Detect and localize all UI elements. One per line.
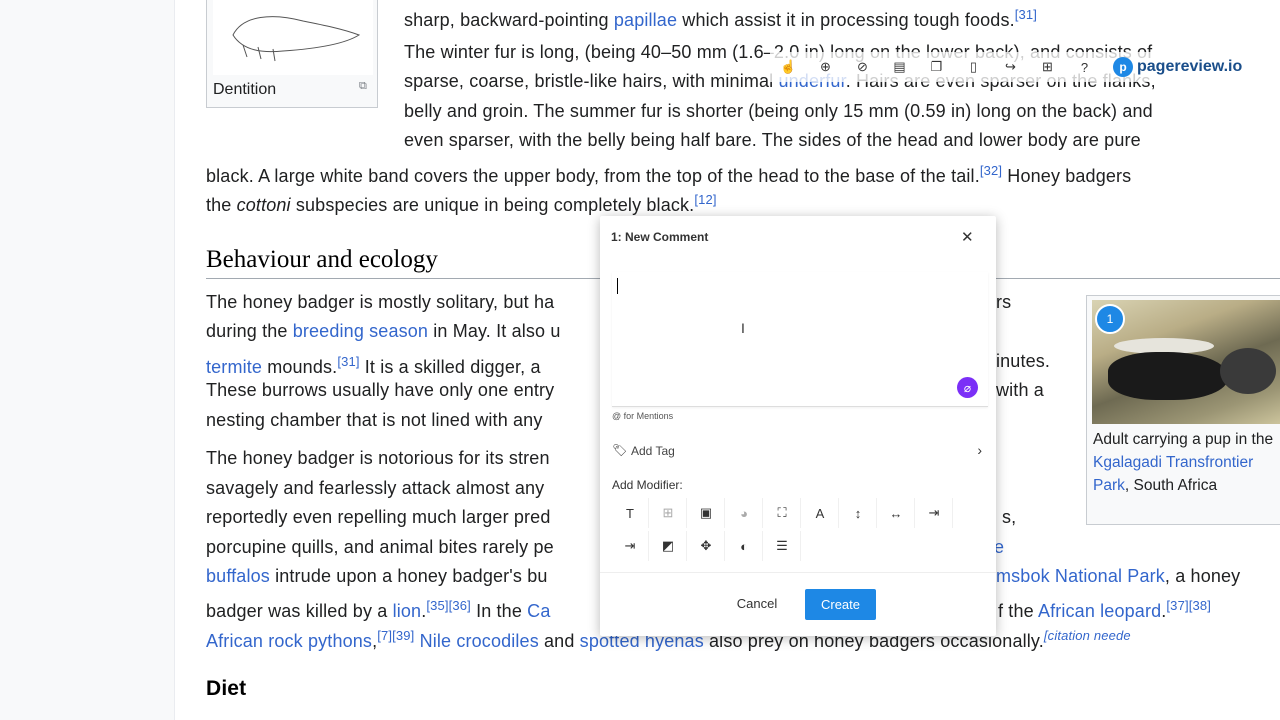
text-line: These burrows usually have only one entr… xyxy=(206,380,555,400)
badger-shape xyxy=(1108,352,1228,400)
ref[interactable]: [12] xyxy=(694,192,716,207)
add-pin-icon[interactable]: ⊕ xyxy=(807,52,844,82)
text-line: reportedly even repelling much larger pr… xyxy=(206,507,551,527)
indent-modifier-icon[interactable]: ⇥ xyxy=(916,498,953,528)
pages-icon[interactable]: ▯ xyxy=(955,52,992,82)
align-modifier-icon[interactable]: ⇥ xyxy=(612,531,649,561)
new-comment-dialog: 1: New Comment ✕ I ⌀ @ for Mentions 🏷 Ad… xyxy=(600,216,996,636)
comment-input[interactable] xyxy=(612,272,988,407)
color-modifier-icon[interactable]: ◕ xyxy=(726,498,763,528)
image-figure[interactable]: 1 Adult carrying a pup in the Kgalagadi … xyxy=(1086,295,1280,525)
dentition-caption: Dentition xyxy=(213,81,277,98)
tag-icon: 🏷 xyxy=(612,443,628,457)
citation-needed[interactable]: [citation neede xyxy=(1044,628,1131,643)
image-caption: Adult carrying a pup in the Kgalagadi Tr… xyxy=(1093,431,1274,494)
heading-diet: Diet xyxy=(206,677,247,700)
text-caret xyxy=(617,278,618,294)
contrast-modifier-icon[interactable]: ◐ xyxy=(726,531,763,561)
cancel-button[interactable]: Cancel xyxy=(730,594,784,614)
help-icon[interactable]: ? xyxy=(1066,52,1103,82)
comments-icon[interactable]: ▤ xyxy=(881,52,918,82)
comment-pin[interactable]: 1 xyxy=(1095,304,1125,334)
text-line: savagely and fearlessly attack almost an… xyxy=(206,478,545,498)
ibeam-cursor-icon: I xyxy=(741,320,745,336)
add-tag-row[interactable]: 🏷 Add Tag › xyxy=(612,442,984,462)
grid-icon[interactable]: ⊞ xyxy=(1029,52,1066,82)
link-nile-crocodiles[interactable]: Nile crocodiles xyxy=(420,631,539,651)
ref[interactable]: [32] xyxy=(980,163,1002,178)
text-line: inutes. xyxy=(996,351,1051,371)
ref[interactable]: [35][36] xyxy=(426,598,471,613)
dentition-image xyxy=(213,0,373,75)
add-modifier-label: Add Modifier: xyxy=(612,478,683,492)
text-line: with a xyxy=(996,380,1044,400)
link-termite[interactable]: termite xyxy=(206,357,262,377)
ref[interactable]: [31] xyxy=(1015,7,1037,22)
brand-logo[interactable]: p pagereview.io xyxy=(1113,57,1242,77)
layers-icon[interactable]: ❐ xyxy=(918,52,955,82)
text-line: sharp, backward-pointing papillae which … xyxy=(404,7,1038,30)
add-tag-label: Add Tag xyxy=(631,444,675,458)
left-sidebar xyxy=(0,0,175,720)
width-modifier-icon[interactable]: ↔ xyxy=(878,498,915,528)
text-line: s, xyxy=(1002,507,1017,527)
ref[interactable]: [7][39] xyxy=(377,628,414,643)
text-line: rs xyxy=(996,292,1012,312)
dentition-figure[interactable]: Dentition ⧉ xyxy=(206,0,378,108)
move-modifier-icon[interactable]: ✥ xyxy=(688,531,725,561)
table-modifier-icon[interactable]: ⊞ xyxy=(650,498,687,528)
text-line: msbok National Park, a honey xyxy=(996,566,1241,586)
text-line: nesting chamber that is not lined with a… xyxy=(206,410,543,430)
text-line: The honey badger is notorious for its st… xyxy=(206,448,550,468)
review-toolbar: ☝ ⊕ ⊘ ▤ ❐ ▯ ↪ ⊞ ? p pagereview.io xyxy=(770,52,1280,82)
font-modifier-icon[interactable]: A xyxy=(802,498,839,528)
mentions-hint: @ for Mentions xyxy=(612,411,674,421)
heading-behaviour: Behaviour and ecology xyxy=(206,246,438,273)
pointer-icon[interactable]: ☝ xyxy=(770,52,807,82)
image-modifier-icon[interactable]: ▣ xyxy=(688,498,725,528)
text-modifier-icon[interactable]: T xyxy=(612,498,649,528)
share-icon[interactable]: ↪ xyxy=(992,52,1029,82)
ref[interactable]: [31] xyxy=(337,354,359,369)
dialog-divider xyxy=(600,572,996,573)
chevron-right-icon: › xyxy=(977,442,982,458)
text-line: during the breeding season in May. It al… xyxy=(206,321,561,341)
link-breeding-season[interactable]: breeding season xyxy=(293,321,428,341)
ref[interactable]: [37][38] xyxy=(1166,598,1211,613)
brand-icon: p xyxy=(1113,57,1133,77)
create-button[interactable]: Create xyxy=(805,589,876,620)
enlarge-icon[interactable]: ⧉ xyxy=(359,80,367,93)
link-kalahari-gemsbok[interactable]: msbok National Park xyxy=(996,566,1165,586)
text-line: the cottoni subspecies are unique in bei… xyxy=(206,192,717,215)
brand-name: pagereview.io xyxy=(1137,58,1243,75)
text-line: buffalos intrude upon a honey badger's b… xyxy=(206,566,548,586)
link-papillae[interactable]: papillae xyxy=(614,10,677,30)
shadow-modifier-icon[interactable]: ◩ xyxy=(650,531,687,561)
fullscreen-modifier-icon[interactable]: ⛶ xyxy=(764,498,801,528)
dialog-title: 1: New Comment xyxy=(611,230,709,244)
text-line: belly and groin. The summer fur is short… xyxy=(404,101,1153,121)
link-buffalos[interactable]: buffalos xyxy=(206,566,270,586)
text-line: even sparser, with the belly being half … xyxy=(404,130,1141,150)
attachment-icon[interactable]: ⌀ xyxy=(957,377,978,398)
text-line: porcupine quills, and animal bites rarel… xyxy=(206,537,554,557)
height-modifier-icon[interactable]: ↕ xyxy=(840,498,877,528)
hide-icon[interactable]: ⊘ xyxy=(844,52,881,82)
link-ca[interactable]: Ca xyxy=(527,601,550,621)
pup-shape xyxy=(1220,348,1276,394)
spacing-modifier-icon[interactable]: ☰ xyxy=(764,531,801,561)
text-line: The honey badger is mostly solitary, but… xyxy=(206,292,555,312)
link-lion[interactable]: lion xyxy=(393,601,422,621)
close-icon[interactable]: ✕ xyxy=(961,228,974,246)
link-african-rock-pythons[interactable]: African rock pythons xyxy=(206,631,372,651)
link-african-leopard[interactable]: African leopard xyxy=(1038,601,1161,621)
